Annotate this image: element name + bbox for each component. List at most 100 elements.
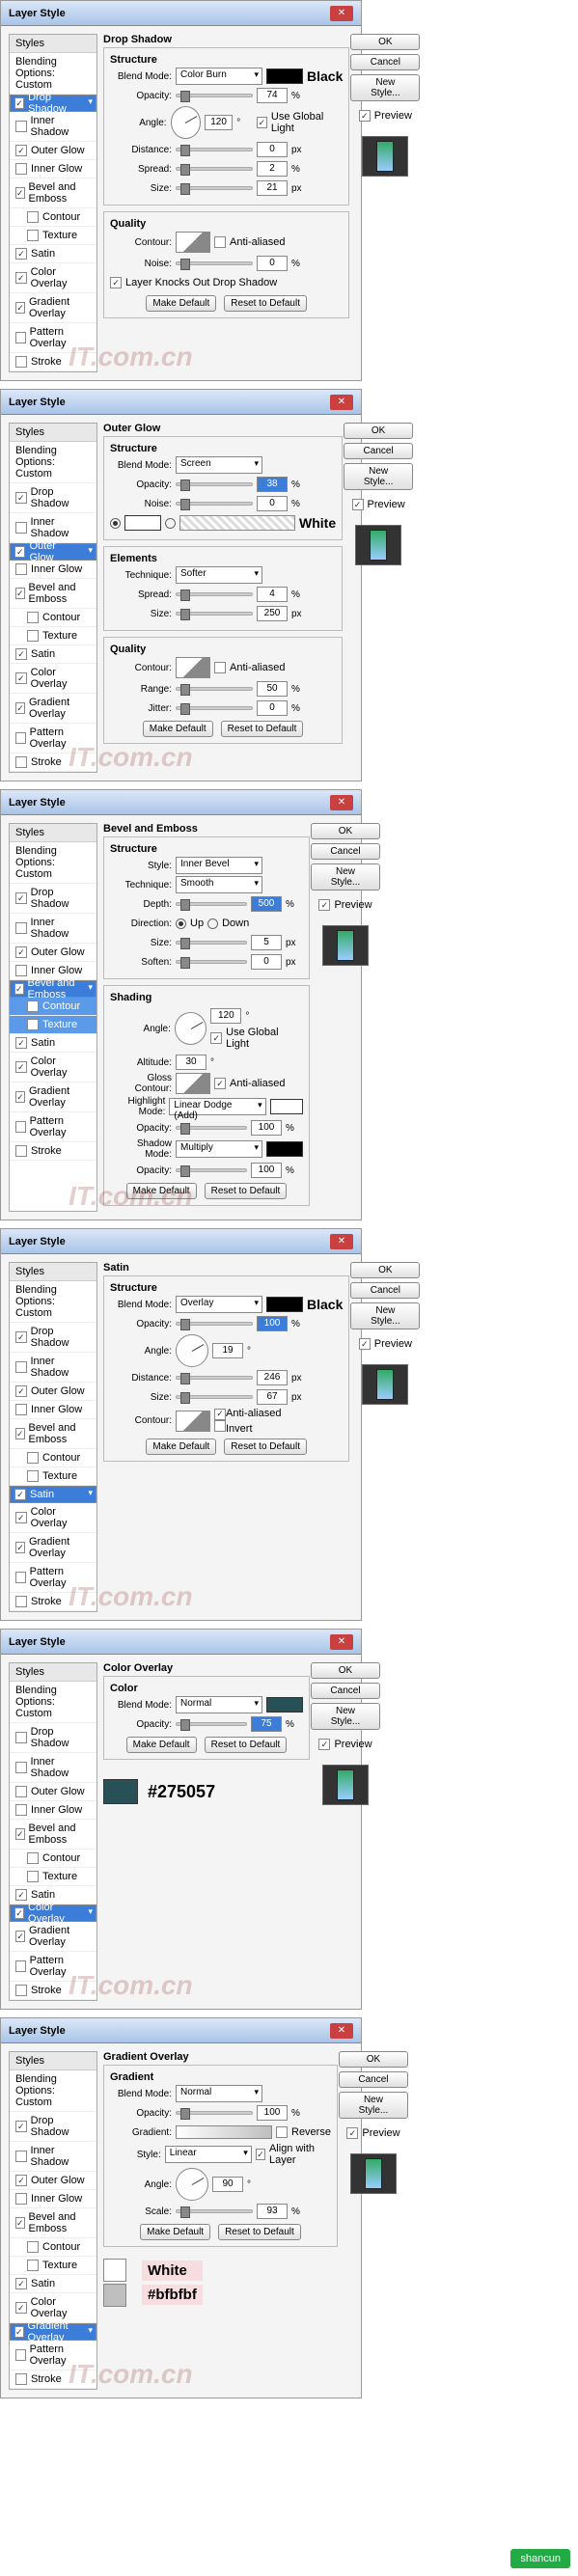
style-checkbox[interactable]	[15, 588, 25, 599]
preview-checkbox[interactable]	[346, 2127, 358, 2139]
style-checkbox[interactable]	[27, 1852, 39, 1864]
style-checkbox[interactable]	[15, 2278, 27, 2289]
preview-checkbox[interactable]	[352, 499, 364, 510]
style-checkbox[interactable]	[15, 1385, 27, 1397]
style-checkbox[interactable]	[27, 2241, 39, 2253]
make-default-button[interactable]: Make Default	[143, 721, 213, 737]
depth-input[interactable]: 500	[251, 896, 282, 912]
new-style-button[interactable]: New Style...	[350, 1302, 420, 1329]
opacity-input[interactable]: 100	[257, 2105, 288, 2121]
color-swatch[interactable]	[124, 515, 161, 531]
style-checkbox[interactable]	[15, 1512, 27, 1523]
style-checkbox[interactable]	[15, 1361, 27, 1373]
blending-options[interactable]: Blending Options: Custom	[10, 2070, 96, 2112]
style-item-texture[interactable]: Texture	[10, 2257, 96, 2275]
reset-default-button[interactable]: Reset to Default	[221, 721, 304, 737]
style-item-contour[interactable]: Contour	[10, 2238, 96, 2257]
style-checkbox[interactable]	[27, 1452, 39, 1464]
style-checkbox[interactable]	[15, 946, 27, 958]
preview-checkbox[interactable]	[318, 899, 330, 911]
style-checkbox[interactable]	[15, 1572, 26, 1583]
style-checkbox[interactable]	[15, 756, 27, 768]
opacity-input[interactable]: 100	[257, 1316, 288, 1331]
slider[interactable]	[176, 941, 247, 945]
ok-button[interactable]: OK	[350, 34, 420, 50]
blend-mode-select[interactable]: Color Burn	[176, 68, 262, 85]
style-checkbox[interactable]	[15, 1404, 27, 1415]
style-item-color-overlay[interactable]: Color Overlay	[10, 2293, 96, 2323]
h-opacity-input[interactable]: 100	[251, 1120, 282, 1136]
style-item-texture[interactable]: Texture	[10, 1467, 96, 1486]
angle-input[interactable]: 19	[212, 1343, 243, 1358]
style-item-texture[interactable]: Texture	[10, 227, 96, 245]
close-icon[interactable]: ✕	[330, 1234, 353, 1249]
style-checkbox[interactable]	[27, 612, 39, 623]
cancel-button[interactable]: Cancel	[344, 443, 413, 459]
slider[interactable]	[176, 2111, 253, 2115]
style-checkbox[interactable]	[15, 332, 26, 343]
style-item-inner-shadow[interactable]: Inner Shadow	[10, 914, 96, 944]
new-style-button[interactable]: New Style...	[344, 463, 413, 490]
blending-options[interactable]: Blending Options: Custom	[10, 1682, 96, 1723]
style-checkbox[interactable]	[15, 1931, 25, 1942]
style-select[interactable]: Inner Bevel	[176, 857, 262, 874]
scale-input[interactable]: 93	[257, 2204, 288, 2219]
style-item-color-overlay[interactable]: Color Overlay	[10, 1905, 96, 1922]
align-checkbox[interactable]	[256, 2149, 265, 2160]
dir-up-radio[interactable]	[176, 918, 186, 929]
invert-checkbox[interactable]	[214, 1420, 226, 1432]
style-item-texture[interactable]: Texture	[10, 627, 96, 645]
style-item-outer-glow[interactable]: Outer Glow	[10, 142, 96, 160]
color-radio[interactable]	[110, 518, 121, 529]
soften-input[interactable]: 0	[251, 954, 282, 970]
style-item-bevel-and-emboss[interactable]: Bevel and Emboss	[10, 1820, 96, 1850]
distance-input[interactable]: 0	[257, 142, 288, 157]
s-opacity-input[interactable]: 100	[251, 1163, 282, 1178]
gradient-picker[interactable]	[179, 515, 295, 531]
preview-checkbox[interactable]	[359, 1338, 371, 1350]
style-item-contour[interactable]: Contour	[10, 208, 96, 227]
contour-picker[interactable]	[176, 232, 210, 253]
close-icon[interactable]: ✕	[330, 6, 353, 21]
style-checkbox[interactable]	[14, 2326, 24, 2338]
slider[interactable]	[176, 706, 253, 710]
make-default-button[interactable]: Make Default	[146, 295, 216, 312]
slider[interactable]	[176, 2209, 253, 2213]
reset-default-button[interactable]: Reset to Default	[218, 2224, 301, 2240]
style-item-bevel-and-emboss[interactable]: Bevel and Emboss	[10, 980, 96, 998]
style-checkbox[interactable]	[15, 672, 27, 684]
gloss-contour[interactable]	[176, 1073, 210, 1094]
color-swatch[interactable]	[266, 69, 303, 84]
style-checkbox[interactable]	[15, 1091, 25, 1103]
opacity-input[interactable]: 75	[251, 1716, 282, 1732]
style-item-inner-glow[interactable]: Inner Glow	[10, 1401, 96, 1419]
style-checkbox[interactable]	[15, 702, 25, 714]
spread-input[interactable]: 2	[257, 161, 288, 177]
global-light-checkbox[interactable]	[257, 117, 267, 128]
style-item-contour[interactable]: Contour	[10, 1449, 96, 1467]
slider[interactable]	[176, 1168, 247, 1172]
cancel-button[interactable]: Cancel	[339, 2071, 408, 2088]
new-style-button[interactable]: New Style...	[350, 74, 420, 101]
close-icon[interactable]: ✕	[330, 1634, 353, 1650]
style-item-gradient-overlay[interactable]: Gradient Overlay	[10, 1922, 96, 1952]
style-checkbox[interactable]	[14, 97, 24, 109]
slider[interactable]	[176, 1376, 253, 1380]
style-item-drop-shadow[interactable]: Drop Shadow	[10, 95, 96, 112]
style-item-outer-glow[interactable]: Outer Glow	[10, 1383, 96, 1401]
style-checkbox[interactable]	[15, 356, 27, 368]
style-item-inner-shadow[interactable]: Inner Shadow	[10, 1353, 96, 1383]
style-item-inner-shadow[interactable]: Inner Shadow	[10, 513, 96, 543]
style-checkbox[interactable]	[15, 1596, 27, 1607]
noise-input[interactable]: 0	[257, 496, 288, 511]
style-item-outer-glow[interactable]: Outer Glow	[10, 1783, 96, 1801]
cancel-button[interactable]: Cancel	[311, 1683, 380, 1699]
titlebar[interactable]: Layer Style✕	[1, 790, 361, 815]
new-style-button[interactable]: New Style...	[311, 1703, 380, 1730]
style-checkbox[interactable]	[15, 1732, 27, 1743]
slider[interactable]	[176, 261, 253, 265]
reset-default-button[interactable]: Reset to Default	[205, 1183, 288, 1199]
anti-alias-checkbox[interactable]	[214, 1409, 226, 1420]
style-checkbox[interactable]	[15, 1145, 27, 1157]
style-checkbox[interactable]	[15, 2121, 27, 2132]
